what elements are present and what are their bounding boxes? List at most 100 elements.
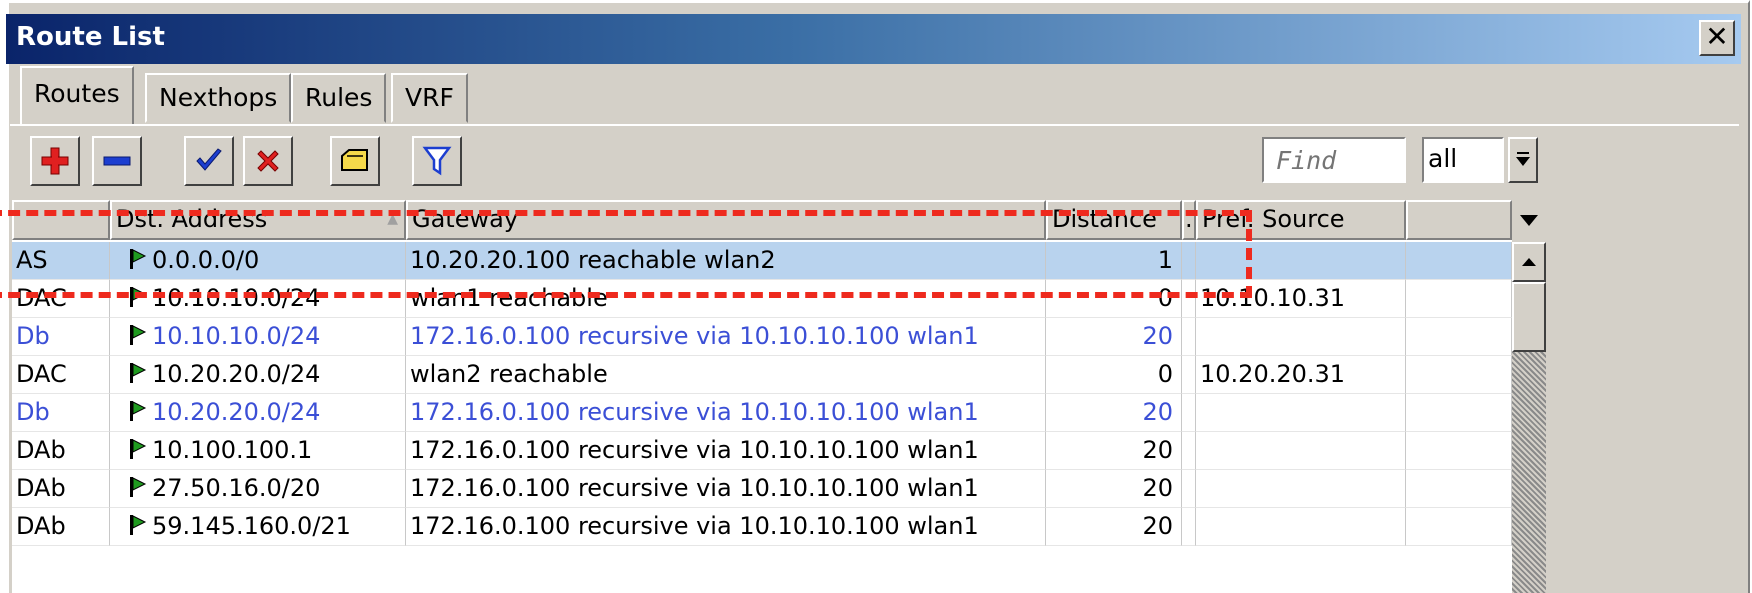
cell-distance: 0 (1046, 356, 1182, 394)
cell-distance-text: 20 (1142, 512, 1173, 540)
find-input[interactable] (1262, 137, 1406, 183)
column-header-flags[interactable] (12, 200, 110, 240)
tab-nexthops-label: Nexthops (159, 83, 278, 112)
cell-dst-address: 10.100.100.1 (110, 432, 406, 470)
tab-routes-label: Routes (34, 79, 120, 108)
cell-gateway: 172.16.0.100 recursive via 10.10.10.100 … (406, 432, 1046, 470)
column-header-dst-address[interactable]: Dst. Address ▲ (110, 200, 406, 240)
column-header-gateway[interactable]: Gateway (406, 200, 1046, 240)
cell-extra (1406, 318, 1512, 356)
cell-flags-text: Db (16, 322, 50, 350)
cell-flags-text: DAb (16, 436, 66, 464)
enable-button[interactable] (184, 136, 234, 186)
cell-narrow (1182, 242, 1196, 280)
cell-narrow (1182, 280, 1196, 318)
table-row[interactable]: DAb 59.145.160.0/21 172.16.0.100 recursive… (12, 508, 1512, 546)
cell-narrow (1182, 508, 1196, 546)
cell-narrow (1182, 394, 1196, 432)
cell-gateway: 172.16.0.100 recursive via 10.10.10.100 … (406, 508, 1046, 546)
flag-icon (130, 325, 147, 345)
check-icon (196, 148, 222, 171)
filter-select[interactable]: all (1422, 137, 1504, 183)
column-header-pref-source[interactable]: Pref. Source (1196, 200, 1406, 240)
cell-gateway: 172.16.0.100 recursive via 10.10.10.100 … (406, 318, 1046, 356)
cell-dst-address: 10.10.10.0/24 (110, 280, 406, 318)
column-header-distance[interactable]: Distance (1046, 200, 1182, 240)
vertical-scrollbar[interactable] (1512, 200, 1546, 593)
tab-rules[interactable]: Rules (291, 73, 387, 123)
cell-dst-address: 27.50.16.0/20 (110, 470, 406, 508)
cell-pref-source (1196, 318, 1406, 356)
column-header-narrow-label: . (1185, 205, 1193, 233)
table-row[interactable]: DAb 27.50.16.0/20 172.16.0.100 recursive v… (12, 470, 1512, 508)
cell-extra (1406, 394, 1512, 432)
cell-distance: 20 (1046, 432, 1182, 470)
column-header-pref-source-label: Pref. Source (1202, 205, 1345, 233)
cell-flags-text: DAb (16, 512, 66, 540)
filter-button[interactable] (412, 136, 462, 186)
cell-extra (1406, 280, 1512, 318)
cell-flags: Db (12, 318, 110, 356)
table-row[interactable]: Db 10.20.20.0/24 172.16.0.100 recursive vi… (12, 394, 1512, 432)
cell-gateway-text: wlan1 reachable (410, 284, 608, 312)
cell-narrow (1182, 318, 1196, 356)
cell-extra (1406, 508, 1512, 546)
tab-routes[interactable]: Routes (20, 66, 134, 126)
cell-gateway-text: 172.16.0.100 recursive via 10.10.10.100 … (410, 474, 979, 502)
flag-icon (130, 363, 147, 383)
cell-gateway: 10.20.20.100 reachable wlan2 (406, 242, 1046, 280)
cell-dst-address-text: 10.20.20.0/24 (152, 398, 321, 426)
cell-pref-source (1196, 242, 1406, 280)
tab-underline (10, 124, 1739, 126)
cell-distance: 20 (1046, 470, 1182, 508)
column-header-extra[interactable] (1406, 200, 1512, 240)
minus-icon (103, 156, 131, 166)
table-row[interactable]: DAb 10.100.100.1 172.16.0.100 recursive vi… (12, 432, 1512, 470)
flag-icon (130, 287, 147, 307)
column-header-dst-address-label: Dst. Address (116, 205, 268, 233)
scroll-up-button[interactable] (1512, 242, 1546, 282)
cell-distance: 20 (1046, 394, 1182, 432)
table-row[interactable]: AS 0.0.0.0/0 10.20.20.100 reachable wlan2 1 (12, 242, 1512, 280)
cell-distance-text: 20 (1142, 436, 1173, 464)
tab-vrf[interactable]: VRF (391, 73, 468, 123)
cell-gateway-text: 172.16.0.100 recursive via 10.10.10.100 … (410, 322, 979, 350)
cell-pref-source-text: 10.10.10.31 (1200, 284, 1346, 312)
column-header-narrow[interactable]: . (1182, 200, 1196, 240)
chevron-down-icon (1520, 215, 1538, 226)
column-chooser-button[interactable] (1512, 200, 1546, 240)
cell-distance: 20 (1046, 318, 1182, 356)
remove-button[interactable] (92, 136, 142, 186)
cell-dst-address: 0.0.0.0/0 (110, 242, 406, 280)
cell-extra (1406, 356, 1512, 394)
comment-button[interactable] (330, 136, 380, 186)
cell-pref-source: 10.20.20.31 (1196, 356, 1406, 394)
disable-button[interactable] (243, 136, 293, 186)
cell-narrow (1182, 470, 1196, 508)
cell-distance: 0 (1046, 280, 1182, 318)
cell-dst-address-text: 59.145.160.0/21 (152, 512, 351, 540)
tab-nexthops[interactable]: Nexthops (145, 73, 292, 123)
cell-distance-text: 20 (1142, 322, 1173, 350)
cell-flags: Db (12, 394, 110, 432)
chevron-down-icon (1516, 152, 1530, 166)
flag-icon (130, 515, 147, 535)
scroll-thumb[interactable] (1512, 282, 1546, 352)
arrow-up-icon (1522, 258, 1536, 266)
title-bar[interactable]: Route List ✕ (6, 14, 1741, 64)
cell-dst-address: 10.20.20.0/24 (110, 394, 406, 432)
close-button[interactable]: ✕ (1699, 20, 1735, 56)
table-row[interactable]: Db 10.10.10.0/24 172.16.0.100 recursive vi… (12, 318, 1512, 356)
cell-dst-address-text: 10.100.100.1 (152, 436, 313, 464)
filter-dropdown-button[interactable] (1508, 137, 1538, 183)
filter-select-value: all (1428, 144, 1458, 173)
cell-dst-address-text: 27.50.16.0/20 (152, 474, 321, 502)
table-row[interactable]: DAC 10.10.10.0/24 wlan1 reachable 0 10.10.10… (12, 280, 1512, 318)
add-button[interactable] (30, 136, 80, 186)
cell-dst-address: 10.20.20.0/24 (110, 356, 406, 394)
cell-gateway: 172.16.0.100 recursive via 10.10.10.100 … (406, 394, 1046, 432)
comment-icon (341, 149, 368, 171)
cell-dst-address-text: 0.0.0.0/0 (152, 246, 260, 274)
column-header-gateway-label: Gateway (412, 205, 519, 233)
table-row[interactable]: DAC 10.20.20.0/24 wlan2 reachable 0 10.20.20… (12, 356, 1512, 394)
